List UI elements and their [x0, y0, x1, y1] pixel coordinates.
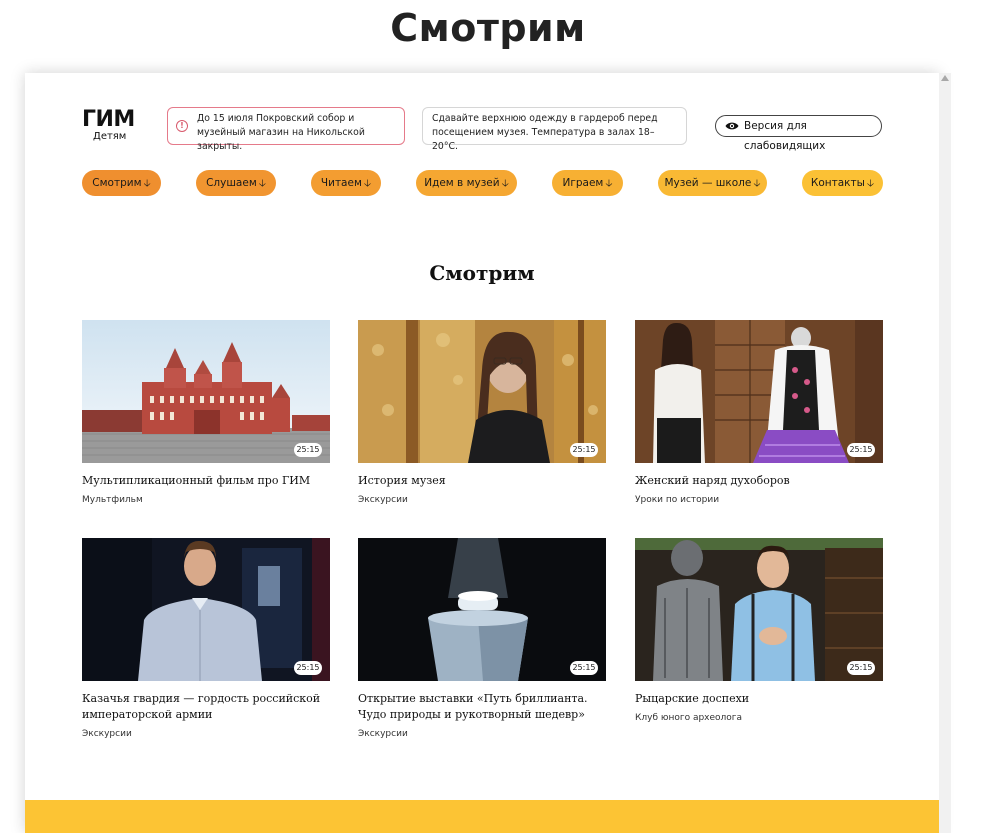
arrow-down-icon: 🡣	[363, 178, 372, 189]
section-title: Смотрим	[429, 261, 535, 285]
video-card[interactable]: 25:15 Женский наряд духоборов Уроки по и…	[635, 320, 883, 506]
nav-visit-museum[interactable]: Идем в музей 🡣	[416, 170, 517, 196]
video-category[interactable]: Мультфильм	[82, 494, 330, 506]
video-thumbnail[interactable]: 25:15	[635, 320, 883, 463]
nav-label: Слушаем	[206, 177, 257, 189]
cloakroom-notice-text: Сдавайте верхнюю одежду в гардероб перед…	[432, 113, 658, 152]
video-title[interactable]: Рыцарские доспехи	[635, 691, 883, 707]
scroll-up-arrow-icon[interactable]	[941, 75, 949, 81]
video-category[interactable]: Экскурсии	[82, 728, 330, 740]
video-card[interactable]: 25:15 История музея Экскурсии	[358, 320, 606, 506]
arrow-down-icon: 🡣	[143, 178, 151, 189]
nav-contacts[interactable]: Контакты 🡣	[802, 170, 883, 196]
arrow-down-icon: 🡣	[753, 178, 761, 189]
nav-read[interactable]: Читаем 🡣	[311, 170, 381, 196]
nav-museum-school[interactable]: Музей — школе 🡣	[658, 170, 767, 196]
video-thumbnail[interactable]: 25:15	[82, 538, 330, 681]
video-category[interactable]: Уроки по истории	[635, 494, 883, 506]
video-title[interactable]: Женский наряд духоборов	[635, 473, 883, 489]
video-title[interactable]: Мультипликационный фильм про ГИМ	[82, 473, 330, 489]
nav-label: Идем в музей	[424, 177, 500, 189]
video-thumbnail[interactable]: 25:15	[82, 320, 330, 463]
browser-viewport: ГИМ Детям ! До 15 июля Покровский собор …	[25, 73, 939, 833]
video-card[interactable]: 25:15 Казачья гвардия — гордость российс…	[82, 538, 330, 740]
footer-band	[25, 800, 939, 833]
arrow-down-icon: 🡣	[258, 178, 266, 189]
nav-label: Играем	[562, 177, 604, 189]
nav-label: Контакты	[810, 177, 865, 189]
closure-notice: ! До 15 июля Покровский собор и музейный…	[167, 107, 405, 152]
duration-badge: 25:15	[294, 443, 322, 457]
arrow-down-icon: 🡣	[605, 178, 613, 189]
duration-badge: 25:15	[570, 661, 598, 675]
accessibility-version-label: Версия для слабовидящих	[744, 120, 826, 152]
duration-badge: 25:15	[570, 443, 598, 457]
nav-listen[interactable]: Слушаем 🡣	[196, 170, 276, 196]
video-thumbnail[interactable]: 25:15	[358, 320, 606, 463]
video-title[interactable]: Казачья гвардия — гордость российской им…	[82, 691, 330, 723]
nav-label: Смотрим	[92, 177, 142, 189]
arrow-down-icon: 🡣	[866, 178, 875, 189]
nav-label: Читаем	[320, 177, 362, 189]
cloakroom-notice: Сдавайте верхнюю одежду в гардероб перед…	[422, 107, 687, 152]
nav-label: Музей — школе	[664, 177, 752, 189]
video-card[interactable]: 25:15 Мультипликационный фильм про ГИМ М…	[82, 320, 330, 506]
duration-badge: 25:15	[847, 661, 875, 675]
eye-icon	[725, 122, 739, 130]
video-category[interactable]: Экскурсии	[358, 494, 606, 506]
video-thumbnail[interactable]: 25:15	[635, 538, 883, 681]
duration-badge: 25:15	[294, 661, 322, 675]
logo-subtitle: Детям	[93, 131, 127, 142]
page-heading: Смотрим	[390, 6, 586, 50]
accessibility-version-button[interactable]: Версия для слабовидящих	[715, 115, 882, 152]
video-card[interactable]: 25:15 Рыцарские доспехи Клуб юного архео…	[635, 538, 883, 724]
video-title[interactable]: Открытие выставки «Путь бриллианта. Чудо…	[358, 691, 606, 723]
logo-text: ГИМ	[82, 107, 135, 132]
closure-notice-text: До 15 июля Покровский собор и музейный м…	[197, 113, 365, 152]
video-thumbnail[interactable]: 25:15	[358, 538, 606, 681]
nav-watch[interactable]: Смотрим 🡣	[82, 170, 161, 196]
vertical-scrollbar[interactable]	[939, 73, 951, 833]
arrow-down-icon: 🡣	[501, 178, 509, 189]
nav-play[interactable]: Играем 🡣	[552, 170, 623, 196]
duration-badge: 25:15	[847, 443, 875, 457]
video-title[interactable]: История музея	[358, 473, 606, 489]
alert-icon: !	[176, 120, 188, 132]
site-logo[interactable]: ГИМ Детям	[82, 109, 142, 145]
video-category[interactable]: Клуб юного археолога	[635, 712, 883, 724]
video-category[interactable]: Экскурсии	[358, 728, 606, 740]
video-card[interactable]: 25:15 Открытие выставки «Путь бриллианта…	[358, 538, 606, 740]
